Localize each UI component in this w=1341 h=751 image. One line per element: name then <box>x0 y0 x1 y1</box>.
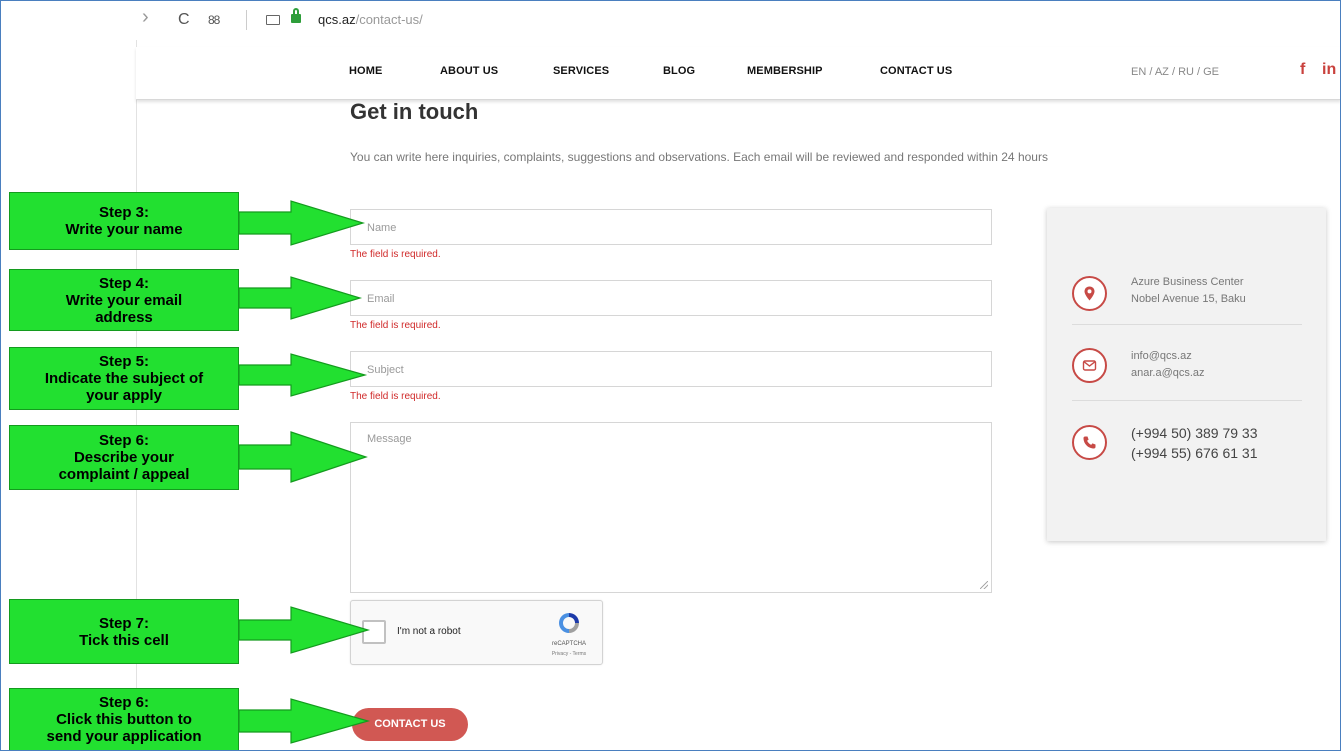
arrow-step-6-icon <box>238 431 368 483</box>
arrow-step-3-icon <box>238 200 366 246</box>
arrow-submit-icon <box>238 698 371 744</box>
arrow-step-5-icon <box>238 353 368 397</box>
arrow-step-7-icon <box>238 606 371 654</box>
arrow-step-4-icon <box>238 276 363 320</box>
callout-arrows <box>238 200 371 744</box>
